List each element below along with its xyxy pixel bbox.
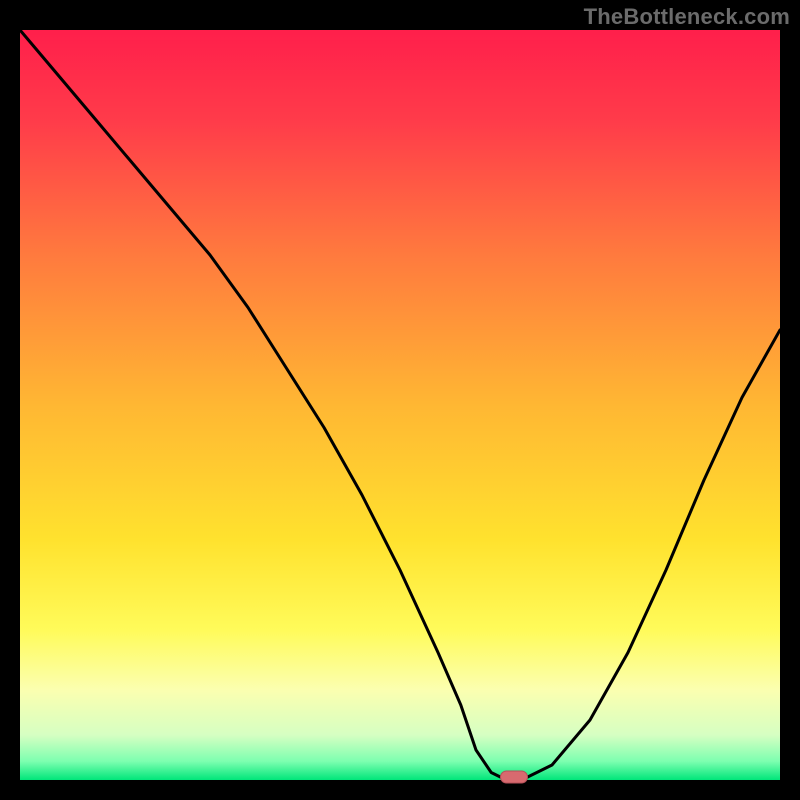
plot-inner — [20, 30, 780, 780]
optimal-point-marker — [500, 771, 528, 784]
watermark-text: TheBottleneck.com — [584, 4, 790, 30]
plot-area — [20, 30, 780, 780]
chart-frame: TheBottleneck.com — [0, 0, 800, 800]
bottleneck-curve — [20, 30, 780, 780]
